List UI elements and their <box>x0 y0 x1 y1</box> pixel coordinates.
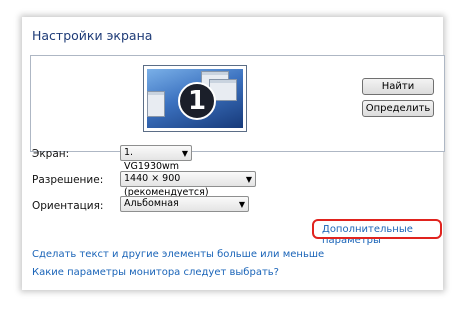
resolution-select-value: 1440 × 900 (рекомендуется) <box>124 173 209 198</box>
orientation-select-value: Альбомная <box>124 198 179 209</box>
chevron-down-icon: ▼ <box>238 200 245 209</box>
resolution-select[interactable]: 1440 × 900 (рекомендуется) ▼ <box>120 171 256 198</box>
resolution-label: Разрешение: <box>32 174 104 186</box>
orientation-select[interactable]: Альбомная ▼ <box>120 196 249 212</box>
monitor-1-thumbnail[interactable]: 1 <box>143 65 247 132</box>
monitor-number-badge: 1 <box>178 82 216 120</box>
window-icon <box>147 91 165 117</box>
identify-button[interactable]: Определить <box>362 100 434 117</box>
monitor-screen: 1 <box>147 69 243 128</box>
display-select-value: 1. VG1930wm <box>124 147 180 172</box>
monitor-help-link[interactable]: Какие параметры монитора следует выбрать… <box>32 267 279 278</box>
chevron-down-icon: ▼ <box>181 149 188 158</box>
display-settings-panel: Настройки экрана 1 Найти Определить Экра… <box>22 17 445 290</box>
monitor-preview-area: 1 Найти Определить <box>30 55 445 152</box>
display-label: Экран: <box>32 148 70 160</box>
orientation-label: Ориентация: <box>32 200 104 212</box>
text-size-link[interactable]: Сделать текст и другие элементы больше и… <box>32 249 324 260</box>
highlight-box <box>312 219 442 239</box>
page-title: Настройки экрана <box>32 28 153 43</box>
chevron-down-icon: ▼ <box>245 175 252 184</box>
display-select[interactable]: 1. VG1930wm ▼ <box>120 145 192 172</box>
find-button[interactable]: Найти <box>362 78 434 95</box>
